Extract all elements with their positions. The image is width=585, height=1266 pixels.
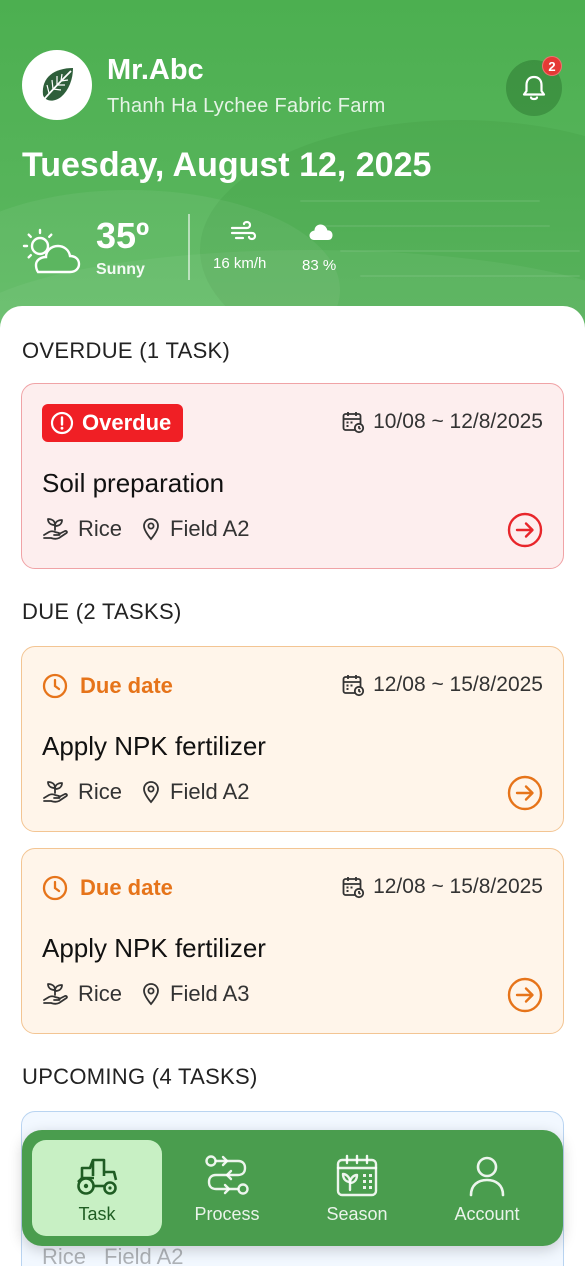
weather-condition: Sunny <box>96 261 145 278</box>
notification-button[interactable]: 2 <box>506 56 562 116</box>
task-title: Apply NPK fertilizer <box>42 731 266 761</box>
field-label: Field A2 <box>170 779 250 804</box>
crop-label: Rice <box>78 981 123 1006</box>
section-title-due: DUE (2 TASKS) <box>22 599 182 624</box>
task-title: Soil preparation <box>42 468 225 498</box>
date-range: 10/08 ~ 12/8/2025 <box>341 410 543 434</box>
leaf-icon <box>40 68 73 104</box>
clock-icon <box>42 673 68 699</box>
background-terrace <box>320 225 550 227</box>
date-range-text: 10/08 ~ 12/8/2025 <box>373 410 543 433</box>
status-label: Due date <box>80 875 173 900</box>
crop-label: Rice <box>42 1244 87 1266</box>
section-title-overdue: OVERDUE (1 TASK) <box>22 338 231 363</box>
humidity: 83 % <box>302 257 337 274</box>
task-card-due[interactable]: Due date 12/08 ~ 15/8/2025 Apply NPK fer… <box>21 848 564 1034</box>
location-pin-icon <box>140 780 162 804</box>
status-label: Due date <box>80 673 173 698</box>
status-badge: Due date <box>42 871 173 905</box>
field-label: Field A2 <box>104 1244 184 1266</box>
bell-icon <box>522 75 546 101</box>
header: Mr.Abc Thanh Ha Lychee Fabric Farm 2 Tue… <box>0 0 585 340</box>
avatar[interactable] <box>22 50 92 120</box>
bottom-navigation: Task Process Season Account <box>22 1130 563 1246</box>
task-meta: Rice Field A2 <box>42 1244 184 1266</box>
section-title-upcoming: UPCOMING (4 TASKS) <box>22 1064 258 1089</box>
task-meta: Rice Field A2 <box>42 516 250 542</box>
process-icon <box>205 1155 249 1195</box>
status-label: Overdue <box>82 410 172 435</box>
location-pin-icon <box>140 982 162 1006</box>
plant-hand-icon <box>42 779 70 805</box>
date-range: 12/08 ~ 15/8/2025 <box>341 673 543 697</box>
task-list-sheet: OVERDUE (1 TASK) Overdue 10/08 ~ 12/8/20… <box>0 306 585 1266</box>
wind-icon <box>230 220 257 241</box>
cloud-icon <box>309 224 333 240</box>
nav-item-account[interactable]: Account <box>422 1140 552 1236</box>
location-pin-icon <box>140 517 162 541</box>
farm-name: Thanh Ha Lychee Fabric Farm <box>107 95 386 117</box>
task-meta: Rice Field A2 <box>42 779 250 805</box>
wind-speed: 16 km/h <box>213 255 267 272</box>
field-label: Field A2 <box>170 516 250 541</box>
nav-item-task[interactable]: Task <box>32 1140 162 1236</box>
nav-label: Account <box>454 1204 520 1224</box>
current-date: Tuesday, August 12, 2025 <box>22 146 432 184</box>
user-name: Mr.Abc <box>107 54 204 86</box>
crop-label: Rice <box>78 779 123 804</box>
status-badge: Overdue <box>42 404 184 442</box>
background-terrace <box>300 200 540 202</box>
arrow-right-circle-icon[interactable] <box>507 775 543 811</box>
sun-cloud-icon <box>22 228 81 274</box>
field-label: Field A3 <box>170 981 250 1006</box>
task-title: Apply NPK fertilizer <box>42 933 266 963</box>
notification-count-badge: 2 <box>542 56 562 76</box>
background-terrace <box>340 250 580 252</box>
plant-hand-icon <box>42 516 70 542</box>
nav-label: Season <box>326 1204 388 1224</box>
background-terrace <box>360 275 580 277</box>
date-range-text: 12/08 ~ 15/8/2025 <box>373 673 543 696</box>
arrow-right-circle-icon[interactable] <box>507 977 543 1013</box>
calendar-icon <box>342 675 365 697</box>
nav-item-process[interactable]: Process <box>162 1140 292 1236</box>
nav-label: Task <box>78 1204 116 1224</box>
date-range-text: 12/08 ~ 15/8/2025 <box>373 875 543 898</box>
weather-divider <box>188 214 190 280</box>
clock-icon <box>42 875 68 901</box>
calendar-icon <box>342 877 365 899</box>
plant-hand-icon <box>42 981 70 1007</box>
calendar-plant-icon <box>336 1154 378 1197</box>
temperature: 35º <box>96 215 150 256</box>
task-meta: Rice Field A3 <box>42 981 250 1007</box>
tractor-icon <box>77 1158 118 1195</box>
nav-label: Process <box>194 1204 260 1224</box>
calendar-icon <box>342 412 365 434</box>
nav-item-season[interactable]: Season <box>292 1140 422 1236</box>
user-icon <box>469 1156 505 1197</box>
status-badge: Due date <box>42 669 173 703</box>
date-range: 12/08 ~ 15/8/2025 <box>341 875 543 899</box>
task-card-overdue[interactable]: Overdue 10/08 ~ 12/8/2025 Soil preparati… <box>21 383 564 569</box>
task-card-due[interactable]: Due date 12/08 ~ 15/8/2025 Apply NPK fer… <box>21 646 564 832</box>
crop-label: Rice <box>78 516 123 541</box>
alert-circle-icon <box>50 411 74 435</box>
arrow-right-circle-icon[interactable] <box>507 512 543 548</box>
